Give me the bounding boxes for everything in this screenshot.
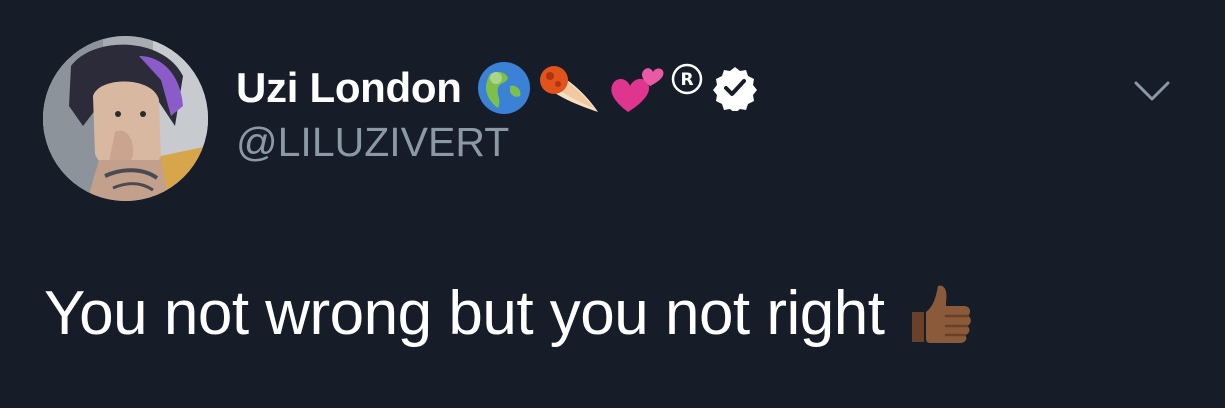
tweet-card: Uzi London R @LILUZIVERT You not wrong b…	[0, 0, 1225, 408]
chevron-down-icon	[1134, 81, 1170, 101]
display-name[interactable]: Uzi London	[236, 67, 462, 109]
author-line: Uzi London R	[236, 58, 758, 118]
avatar[interactable]	[43, 36, 208, 201]
tweet-body: You not wrong but you not right	[44, 279, 885, 348]
registered-icon: R	[671, 63, 702, 95]
two-hearts-emoji-icon	[610, 68, 664, 112]
user-handle[interactable]: @LILUZIVERT	[236, 122, 509, 163]
tweet-menu-button[interactable]	[1132, 78, 1172, 104]
avatar-image	[43, 36, 208, 201]
tweet-text: You not wrong but you not right	[44, 282, 974, 346]
name-badges: R	[476, 60, 758, 116]
verified-badge-icon	[712, 67, 757, 111]
globe-emoji-icon	[477, 62, 530, 114]
comet-emoji-icon	[539, 66, 598, 112]
svg-text:R: R	[680, 70, 693, 90]
thumbs-up-emoji-icon	[912, 285, 972, 343]
